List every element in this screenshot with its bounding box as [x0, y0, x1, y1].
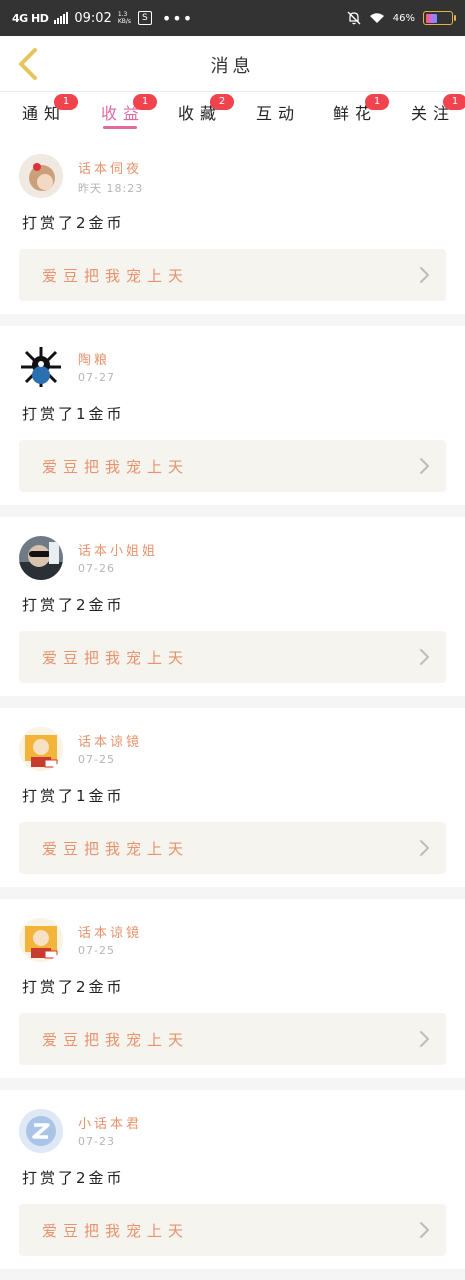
timestamp: 07-25	[78, 944, 115, 957]
active-tab-underline	[103, 126, 138, 129]
username[interactable]: 小话本君	[78, 1113, 142, 1132]
book-link[interactable]: 爱豆把我宠上天	[19, 440, 446, 492]
chevron-right-icon	[420, 267, 429, 283]
chevron-right-icon	[420, 649, 429, 665]
card-divider	[0, 505, 465, 517]
timestamp: 07-23	[78, 1135, 115, 1148]
book-title: 爱豆把我宠上天	[42, 267, 190, 285]
avatar-sunglasses-image	[19, 536, 63, 580]
signal-icon	[54, 12, 69, 24]
book-link[interactable]: 爱豆把我宠上天	[19, 631, 446, 683]
timestamp: 07-26	[78, 562, 115, 575]
avatar[interactable]	[19, 154, 63, 198]
mute-bell-icon	[347, 11, 361, 25]
more-notifications-icon: •••	[161, 8, 194, 28]
unread-badge: 1	[133, 94, 157, 110]
battery-percent: 46%	[392, 12, 415, 24]
tab-0[interactable]: 通知 1	[22, 94, 78, 124]
network-speed: 1.3 KB/s	[117, 11, 132, 25]
reward-message: 打赏了2金币	[22, 596, 125, 614]
battery-fill	[425, 13, 437, 23]
message-card: 话本谅镜 07-25 打赏了2金币爱豆把我宠上天	[0, 900, 465, 1078]
username[interactable]: 话本伺夜	[78, 158, 142, 177]
avatar-cartoon-yellow-image	[19, 918, 63, 962]
tab-5[interactable]: 关注 1	[411, 94, 465, 124]
reward-message: 打赏了1金币	[22, 787, 125, 805]
unread-badge: 2	[210, 94, 234, 110]
message-card: 话本伺夜昨天 18:23 打赏了2金币爱豆把我宠上天	[0, 136, 465, 314]
card-divider	[0, 1078, 465, 1090]
timestamp: 07-27	[78, 371, 115, 384]
tab-4[interactable]: 鲜花 1	[333, 94, 389, 124]
message-card: 话本小姐姐 07-26 打赏了2金币爱豆把我宠上天	[0, 518, 465, 696]
avatar[interactable]	[19, 345, 63, 389]
timestamp: 07-25	[78, 753, 115, 766]
avatar-cartoon-yellow-image	[19, 727, 63, 771]
avatar-girl-red-flower-image	[19, 154, 63, 198]
message-card: 小话本君 07-23 打赏了2金币爱豆把我宠上天	[0, 1091, 465, 1269]
chevron-right-icon	[420, 1031, 429, 1047]
status-bar: 4G HD 09:02 1.3 KB/s S ••• 46%	[0, 0, 465, 36]
reward-message: 打赏了1金币	[22, 405, 125, 423]
message-card: 陶粮 07-27 打赏了1金币爱豆把我宠上天	[0, 327, 465, 505]
book-title: 爱豆把我宠上天	[42, 840, 190, 858]
card-divider	[0, 314, 465, 326]
card-divider	[0, 1269, 465, 1280]
username[interactable]: 陶粮	[78, 349, 110, 368]
book-link[interactable]: 爱豆把我宠上天	[19, 1013, 446, 1065]
clock: 09:02	[74, 10, 112, 26]
tab-label: 互动	[256, 104, 301, 123]
tab-bar: 通知 1 收益 1 收藏 2 互动 鲜花 1 关注 1	[0, 92, 465, 136]
wifi-icon	[369, 13, 384, 23]
avatar-globe-black-image	[19, 345, 63, 389]
battery-icon	[423, 11, 456, 25]
card-divider	[0, 696, 465, 708]
avatar[interactable]	[19, 918, 63, 962]
username[interactable]: 话本小姐姐	[78, 540, 158, 559]
book-link[interactable]: 爱豆把我宠上天	[19, 822, 446, 874]
book-link[interactable]: 爱豆把我宠上天	[19, 249, 446, 301]
unread-badge: 1	[443, 94, 465, 110]
card-divider	[0, 887, 465, 899]
avatar-default-blue-image	[19, 1109, 63, 1153]
avatar[interactable]	[19, 536, 63, 580]
avatar[interactable]	[19, 727, 63, 771]
reward-message: 打赏了2金币	[22, 214, 125, 232]
book-title: 爱豆把我宠上天	[42, 649, 190, 667]
book-title: 爱豆把我宠上天	[42, 458, 190, 476]
reward-message: 打赏了2金币	[22, 978, 125, 996]
app-notification-icon: S	[137, 11, 152, 25]
reward-message: 打赏了2金币	[22, 1169, 125, 1187]
chevron-right-icon	[420, 840, 429, 856]
username[interactable]: 话本谅镜	[78, 731, 142, 750]
avatar[interactable]	[19, 1109, 63, 1153]
page-title: 消息	[210, 56, 255, 77]
tab-3[interactable]: 互动	[256, 100, 300, 124]
book-link[interactable]: 爱豆把我宠上天	[19, 1204, 446, 1256]
network-indicator: 4G HD	[12, 11, 49, 25]
chevron-right-icon	[420, 1222, 429, 1238]
book-title: 爱豆把我宠上天	[42, 1222, 190, 1240]
username[interactable]: 话本谅镜	[78, 922, 142, 941]
header: 消息	[0, 36, 465, 92]
timestamp: 昨天 18:23	[78, 182, 144, 195]
unread-badge: 1	[365, 94, 389, 110]
book-title: 爱豆把我宠上天	[42, 1031, 190, 1049]
tab-1[interactable]: 收益 1	[101, 94, 157, 129]
unread-badge: 1	[54, 94, 78, 110]
tab-2[interactable]: 收藏 2	[178, 94, 234, 124]
chevron-right-icon	[420, 458, 429, 474]
message-card: 话本谅镜 07-25 打赏了1金币爱豆把我宠上天	[0, 709, 465, 887]
